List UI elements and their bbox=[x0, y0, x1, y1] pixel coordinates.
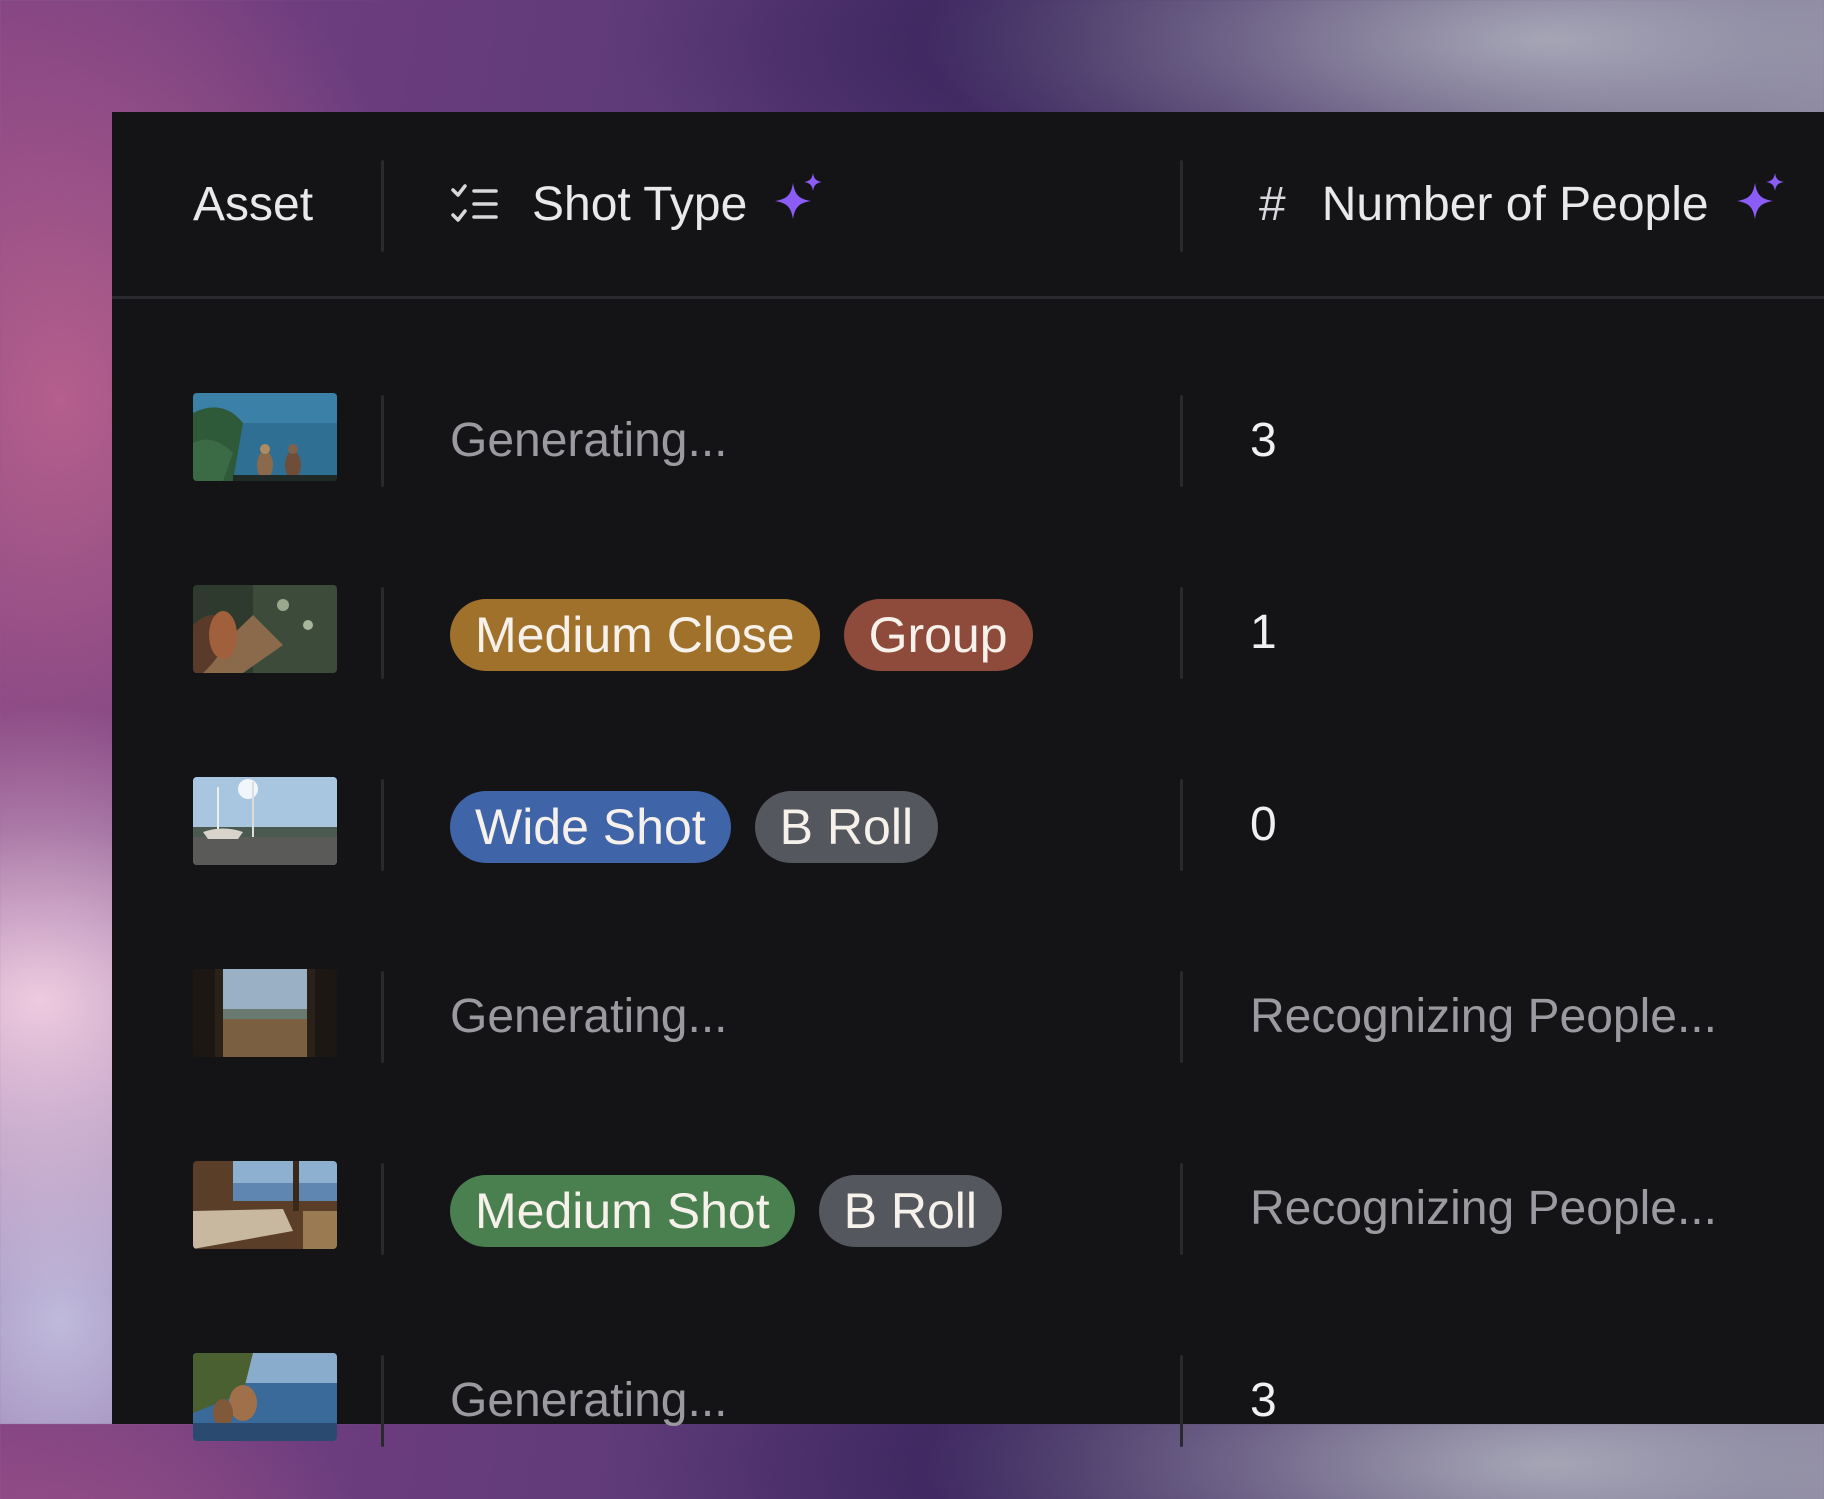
column-header-shot-type[interactable]: Shot Type bbox=[450, 112, 823, 296]
table-row[interactable]: Generating... 3 bbox=[112, 347, 1824, 539]
tag-b-roll[interactable]: B Roll bbox=[818, 1175, 1002, 1247]
ai-sparkle-icon bbox=[1735, 173, 1785, 235]
asset-thumbnail[interactable] bbox=[193, 585, 337, 673]
column-divider[interactable] bbox=[1180, 160, 1183, 252]
shot-type-tags: Wide Shot B Roll bbox=[450, 791, 962, 863]
asset-thumbnail[interactable] bbox=[193, 969, 337, 1057]
table-row[interactable]: Medium Shot B Roll Recognizing People... bbox=[112, 1115, 1824, 1307]
column-divider bbox=[1180, 971, 1183, 1063]
people-count[interactable]: 3 bbox=[1250, 413, 1277, 468]
column-divider bbox=[1180, 395, 1183, 487]
people-status: Recognizing People... bbox=[1250, 1182, 1717, 1235]
asset-thumbnail[interactable] bbox=[193, 1161, 337, 1249]
people-status: Recognizing People... bbox=[1250, 990, 1717, 1043]
column-divider bbox=[381, 1355, 384, 1447]
column-divider bbox=[381, 1163, 384, 1255]
column-divider bbox=[1180, 1163, 1183, 1255]
asset-table: Asset Shot Type # Number of People Gener… bbox=[112, 112, 1824, 1447]
table-header: Asset Shot Type # Number of People bbox=[112, 112, 1824, 299]
ai-sparkle-icon bbox=[773, 173, 823, 235]
column-divider bbox=[1180, 587, 1183, 679]
checklist-icon bbox=[450, 182, 498, 226]
column-divider bbox=[381, 971, 384, 1063]
table-row[interactable]: Generating... Recognizing People... bbox=[112, 923, 1824, 1115]
people-count[interactable]: 1 bbox=[1250, 605, 1277, 660]
table-row[interactable]: Generating... 3 bbox=[112, 1307, 1824, 1499]
tag-b-roll[interactable]: B Roll bbox=[754, 791, 939, 863]
column-divider bbox=[381, 395, 384, 487]
tag-medium-shot[interactable]: Medium Shot bbox=[450, 1175, 795, 1247]
column-header-asset[interactable]: Asset bbox=[193, 112, 313, 296]
asset-thumbnail[interactable] bbox=[193, 1353, 337, 1441]
table-row[interactable]: Medium Close Group 1 bbox=[112, 539, 1824, 731]
column-header-number-of-people-label: Number of People bbox=[1321, 177, 1709, 231]
shot-type-status: Generating... bbox=[450, 990, 728, 1043]
column-header-number-of-people[interactable]: # Number of People bbox=[1259, 112, 1785, 296]
column-divider bbox=[381, 779, 384, 871]
asset-thumbnail[interactable] bbox=[193, 393, 337, 481]
hash-icon: # bbox=[1259, 177, 1286, 231]
tag-group[interactable]: Group bbox=[843, 599, 1033, 671]
column-divider bbox=[1180, 1355, 1183, 1447]
asset-thumbnail[interactable] bbox=[193, 777, 337, 865]
shot-type-status: Generating... bbox=[450, 414, 728, 467]
column-header-asset-label: Asset bbox=[193, 177, 314, 231]
people-count[interactable]: 0 bbox=[1250, 797, 1277, 852]
people-count[interactable]: 3 bbox=[1250, 1373, 1277, 1428]
column-divider[interactable] bbox=[381, 160, 384, 252]
tag-medium-close[interactable]: Medium Close bbox=[450, 599, 820, 671]
column-divider bbox=[1180, 779, 1183, 871]
shot-type-status: Generating... bbox=[450, 1374, 728, 1427]
column-header-shot-type-label: Shot Type bbox=[532, 177, 748, 231]
shot-type-tags: Medium Close Group bbox=[450, 599, 1057, 671]
table-row[interactable]: Wide Shot B Roll 0 bbox=[112, 731, 1824, 923]
shot-type-tags: Medium Shot B Roll bbox=[450, 1175, 1026, 1247]
column-divider bbox=[381, 587, 384, 679]
tag-wide-shot[interactable]: Wide Shot bbox=[450, 791, 731, 863]
